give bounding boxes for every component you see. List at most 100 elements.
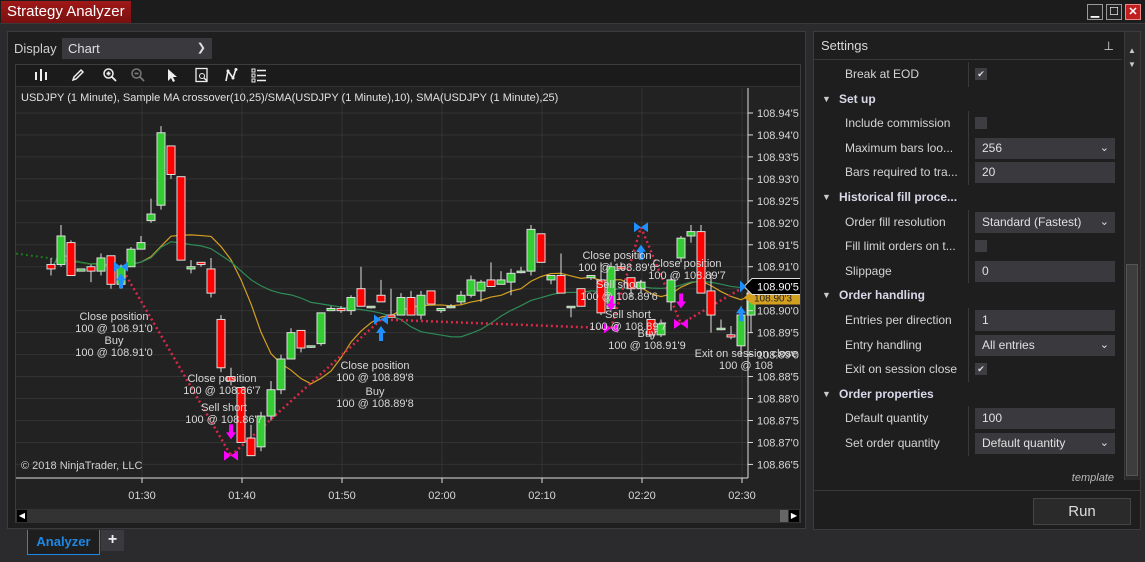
trade-label: Close position	[79, 311, 148, 323]
candle	[76, 268, 86, 272]
candle-body-down	[196, 261, 206, 266]
candle	[166, 145, 176, 179]
property-checkbox[interactable]: ✔	[975, 68, 987, 80]
property-checkbox[interactable]	[975, 117, 987, 130]
properties-list-icon[interactable]	[249, 67, 269, 85]
trade-connector-line	[380, 318, 612, 330]
candle-body-up	[266, 389, 276, 417]
candle	[196, 261, 206, 267]
tab-analyzer[interactable]: Analyzer	[27, 530, 100, 555]
property-category[interactable]: ▼ Set up	[814, 87, 1122, 112]
candle-body-down	[336, 307, 346, 312]
scroll-left-icon[interactable]: ◀	[17, 510, 27, 522]
scroll-down-icon[interactable]: ▼	[1128, 60, 1136, 69]
candle	[456, 290, 466, 305]
candle	[106, 255, 116, 289]
candle	[516, 266, 526, 274]
trade-detail: 100 @ 108.86'7	[185, 414, 263, 426]
property-row: Order fill resolution Standard (Fastest) ⌄	[814, 209, 1122, 235]
run-button[interactable]: Run	[1033, 498, 1131, 525]
candle-body-down	[706, 290, 716, 316]
property-input[interactable]: 20	[975, 162, 1115, 184]
y-tick-label: 108.87'0	[757, 437, 799, 449]
candle-body-down	[406, 296, 416, 316]
property-checkbox[interactable]	[975, 240, 987, 253]
property-input[interactable]: 0	[975, 260, 1115, 282]
pin-icon[interactable]: ⊥	[1104, 32, 1114, 60]
settings-panel: Settings ⊥ ▲ ▼ Break at EOD ✔ ▼ Set up Inclu…	[813, 31, 1141, 530]
property-label: Historical fill proce...	[839, 189, 958, 204]
property-select[interactable]: 256 ⌄	[975, 137, 1115, 159]
y-tick-label: 108.90'0	[757, 306, 799, 318]
column-divider	[968, 406, 969, 431]
candle	[536, 233, 546, 263]
chevron-down-icon: ⌄	[1099, 436, 1109, 449]
scrollbar-thumb[interactable]	[780, 510, 788, 522]
property-select[interactable]: Standard (Fastest) ⌄	[975, 211, 1115, 233]
bar-type-icon[interactable]	[31, 67, 51, 85]
candle-body-down	[356, 288, 366, 307]
candle-body-up	[136, 242, 146, 250]
minimize-button[interactable]: ▁	[1087, 4, 1103, 20]
candle	[306, 345, 316, 348]
zoom-in-icon[interactable]	[100, 67, 120, 85]
property-row: Slippage 0	[814, 258, 1122, 284]
candle-body-up	[146, 213, 156, 222]
column-divider	[968, 160, 969, 185]
settings-scrollbar[interactable]: ▲ ▼	[1124, 32, 1140, 480]
expand-triangle-icon[interactable]: ▼	[822, 290, 831, 300]
price-chart[interactable]: Close position100 @ 108.91'0Buy100 @ 108…	[16, 88, 800, 508]
chevron-down-icon: ⌄	[1099, 338, 1109, 351]
candle-body-down	[166, 145, 176, 175]
settings-scrollbar-thumb[interactable]	[1126, 264, 1138, 476]
data-box-icon[interactable]	[192, 67, 212, 85]
candle-body-up	[666, 279, 676, 303]
pointer-icon[interactable]	[162, 67, 182, 85]
close-button[interactable]: ✕	[1125, 4, 1141, 20]
y-tick-label: 108.92'5	[757, 196, 799, 208]
trade-detail: 100 @ 108.91'0	[75, 347, 153, 359]
candle-body-down	[46, 264, 56, 270]
property-checkbox[interactable]: ✔	[975, 363, 987, 376]
candle-body-up	[346, 296, 356, 312]
property-input[interactable]: 100	[975, 408, 1115, 430]
scroll-up-icon[interactable]: ▲	[1128, 46, 1136, 55]
property-input[interactable]: 1	[975, 309, 1115, 331]
candle-body-up	[366, 305, 376, 309]
candle	[366, 305, 376, 309]
display-select[interactable]: Chart ❯	[62, 38, 212, 59]
property-category[interactable]: ▼ Historical fill proce...	[814, 185, 1122, 210]
candle-body-down	[216, 318, 226, 369]
zoom-out-icon[interactable]	[128, 67, 148, 85]
y-tick-label: 108.91'0	[757, 262, 799, 274]
candle-body-up	[96, 257, 106, 272]
add-tab-button[interactable]: +	[101, 530, 124, 551]
candle-body-up	[506, 272, 516, 283]
property-value: Standard (Fastest)	[982, 214, 1082, 229]
candle	[396, 293, 406, 316]
candle	[506, 268, 516, 296]
horizontal-scrollbar[interactable]: ◀ ▶	[16, 509, 800, 523]
scroll-right-icon[interactable]: ▶	[789, 510, 799, 522]
expand-triangle-icon[interactable]: ▼	[822, 94, 831, 104]
candle	[246, 424, 256, 457]
column-divider	[968, 135, 969, 161]
expand-triangle-icon[interactable]: ▼	[822, 389, 831, 399]
analyzer-display-panel: Display Chart ❯ Close position 100 @ 108…	[7, 31, 806, 529]
property-select[interactable]: Default quantity ⌄	[975, 432, 1115, 454]
expand-triangle-icon[interactable]: ▼	[822, 192, 831, 202]
trade-detail: 100 @ 108.89'6	[578, 262, 656, 274]
template-link[interactable]: template	[1072, 472, 1114, 484]
maximize-button[interactable]: ☐	[1106, 4, 1122, 20]
candle-body-down	[86, 266, 96, 272]
candle-body-down	[106, 255, 116, 285]
pencil-draw-icon[interactable]	[68, 67, 88, 85]
property-category[interactable]: ▼ Order properties	[814, 382, 1122, 407]
property-value: 100	[982, 411, 1003, 426]
property-category[interactable]: ▼ Order handling	[814, 283, 1122, 308]
strategies-icon[interactable]	[221, 67, 241, 85]
property-row: Include commission	[814, 111, 1122, 136]
property-select[interactable]: All entries ⌄	[975, 334, 1115, 356]
candle-body-up	[276, 358, 286, 391]
candle-body-up	[516, 270, 526, 274]
